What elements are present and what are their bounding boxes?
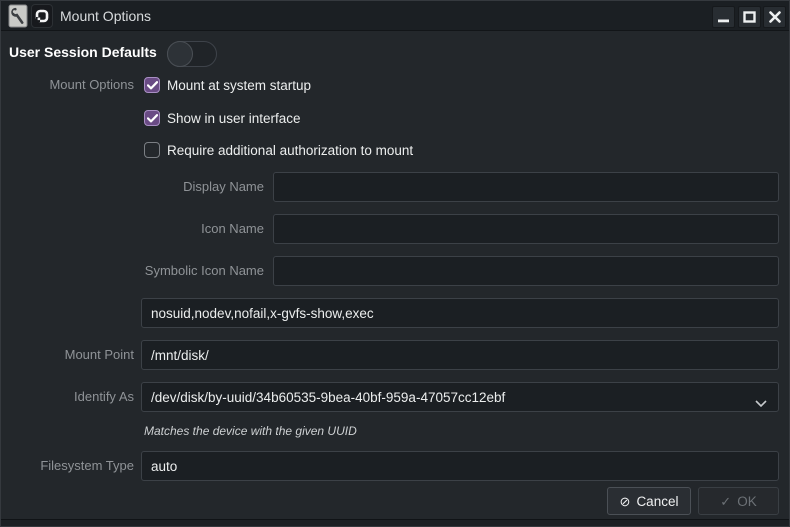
window-menu-icon[interactable]: [31, 4, 53, 28]
ok-check-icon: ✓: [720, 493, 732, 509]
window-resize-handle[interactable]: [1, 519, 789, 526]
identify-as-select[interactable]: /dev/disk/by-uuid/34b60535-9bea-40bf-959…: [141, 382, 779, 412]
chevron-down-icon: [755, 395, 767, 410]
cancel-button[interactable]: ⊘ Cancel: [607, 487, 691, 515]
disks-app-icon: [8, 4, 28, 28]
close-button[interactable]: [763, 6, 786, 28]
maximize-icon: [743, 11, 756, 23]
symbolic-icon-name-label: Symbolic Icon Name: [144, 263, 264, 278]
icon-name-label: Icon Name: [201, 221, 264, 236]
mount-at-startup-checkbox[interactable]: [144, 77, 160, 93]
checkbox-row-startup: Mount at system startup: [144, 76, 311, 94]
window-title: Mount Options: [60, 8, 152, 24]
mount-point-label: Mount Point: [64, 347, 134, 362]
maximize-button[interactable]: [738, 6, 761, 28]
symbolic-icon-name-input[interactable]: [273, 256, 779, 286]
check-icon: [146, 80, 158, 89]
identify-as-value: /dev/disk/by-uuid/34b60535-9bea-40bf-959…: [151, 389, 506, 405]
mount-options-dialog: Mount Options User Session Defaults Moun…: [0, 0, 790, 527]
cancel-icon: ⊘: [619, 493, 631, 509]
cancel-label: Cancel: [636, 493, 679, 509]
toggle-knob: [167, 41, 193, 67]
display-name-label: Display Name: [183, 179, 264, 194]
mount-point-input[interactable]: [141, 340, 779, 370]
close-icon: [768, 11, 781, 23]
require-auth-checkbox[interactable]: [144, 142, 160, 158]
mount-options-string-input[interactable]: [141, 298, 779, 328]
filesystem-type-label: Filesystem Type: [40, 458, 134, 473]
minimize-icon: [718, 19, 729, 23]
checkbox-row-show-ui: Show in user interface: [144, 109, 301, 127]
minimize-button[interactable]: [712, 6, 735, 28]
ok-button[interactable]: ✓ OK: [698, 487, 779, 515]
ok-label: OK: [737, 493, 757, 509]
show-in-ui-checkbox[interactable]: [144, 110, 160, 126]
display-name-input[interactable]: [273, 172, 779, 202]
titlebar[interactable]: Mount Options: [1, 1, 789, 31]
check-icon: [146, 113, 158, 122]
checkbox-label: Mount at system startup: [167, 77, 312, 93]
user-session-defaults-toggle[interactable]: [167, 41, 217, 67]
mount-options-label: Mount Options: [49, 77, 134, 92]
icon-name-input[interactable]: [273, 214, 779, 244]
checkbox-row-auth: Require additional authorization to moun…: [144, 141, 413, 159]
user-session-defaults-label: User Session Defaults: [9, 44, 157, 60]
identify-as-label: Identify As: [74, 389, 134, 404]
filesystem-type-input[interactable]: [141, 451, 779, 481]
identify-as-hint: Matches the device with the given UUID: [144, 424, 357, 438]
checkbox-label: Show in user interface: [167, 110, 301, 126]
checkbox-label: Require additional authorization to moun…: [167, 142, 414, 158]
